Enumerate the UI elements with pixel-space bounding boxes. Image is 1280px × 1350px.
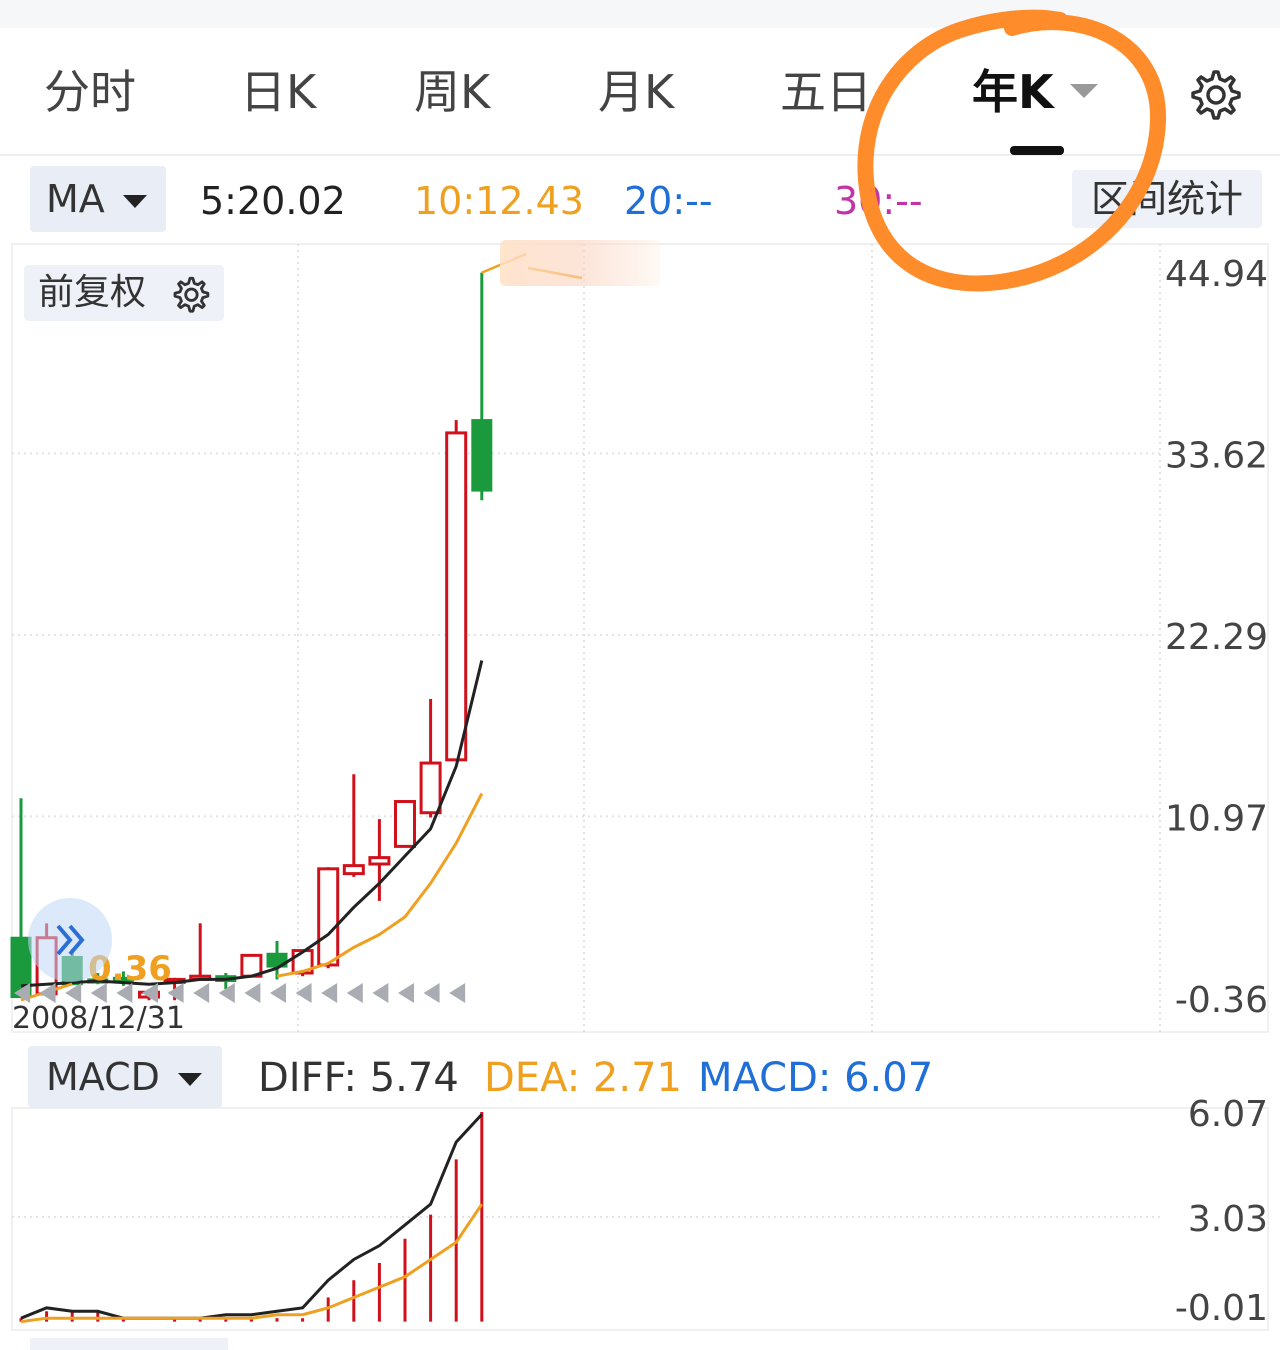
adjust-label: 前复权 (38, 272, 147, 313)
candle-body-up (317, 867, 340, 967)
macd-value: MACD: 6.07 (698, 1055, 934, 1101)
scroll-left-icon (244, 983, 261, 1003)
candle-body-up (419, 761, 442, 815)
blurred-label (500, 240, 660, 286)
diff-value: DIFF: 5.74 (258, 1055, 459, 1101)
scroll-left-icon (193, 983, 210, 1003)
adjust-selector[interactable]: 前复权 (24, 265, 224, 321)
scroll-left-icon (321, 983, 338, 1003)
price-tick-label: 33.62 (1165, 435, 1268, 476)
gear-icon (173, 276, 210, 313)
scroll-left-icon (449, 983, 466, 1003)
macd-frame (11, 1107, 1269, 1331)
scroll-left-icon (398, 983, 414, 1003)
macd-selector-label: MACD (46, 1055, 160, 1099)
caret-down-icon (177, 1073, 202, 1086)
price-tick-label: 10.97 (1165, 798, 1268, 839)
scroll-left-icon (346, 983, 363, 1003)
macd-indicator-bar: MACD DIFF: 5.74 DEA: 2.71 MACD: 6.07 (0, 1044, 1280, 1110)
candle-body-up (368, 856, 391, 866)
scroll-left-icon (423, 983, 440, 1003)
candle-body-up (342, 864, 365, 876)
scroll-left-icon (372, 983, 389, 1003)
price-tick-label: 22.29 (1165, 617, 1268, 658)
bottom-tab-edge (30, 1338, 228, 1350)
macd-selector[interactable]: MACD (28, 1046, 222, 1108)
candle-body-up (394, 800, 416, 848)
macd-tick-label: 3.03 (1188, 1199, 1268, 1240)
candle-body-down (471, 419, 493, 492)
candle-body-up (445, 431, 468, 762)
start-date-label: 2008/12/31 (12, 1001, 185, 1036)
scroll-left-icon (270, 983, 286, 1003)
dea-value: DEA: 2.71 (484, 1055, 682, 1101)
dea-line (20, 1203, 484, 1324)
chart-frame (11, 243, 1269, 1033)
macd-tick-label: -0.01 (1175, 1288, 1268, 1329)
price-tick-label: 44.94 (1165, 254, 1268, 295)
price-tick-label: -0.36 (1175, 980, 1268, 1021)
candlestick-chart[interactable]: 44.9433.6222.2910.97-0.360.362008/12/31 … (0, 0, 1280, 1350)
